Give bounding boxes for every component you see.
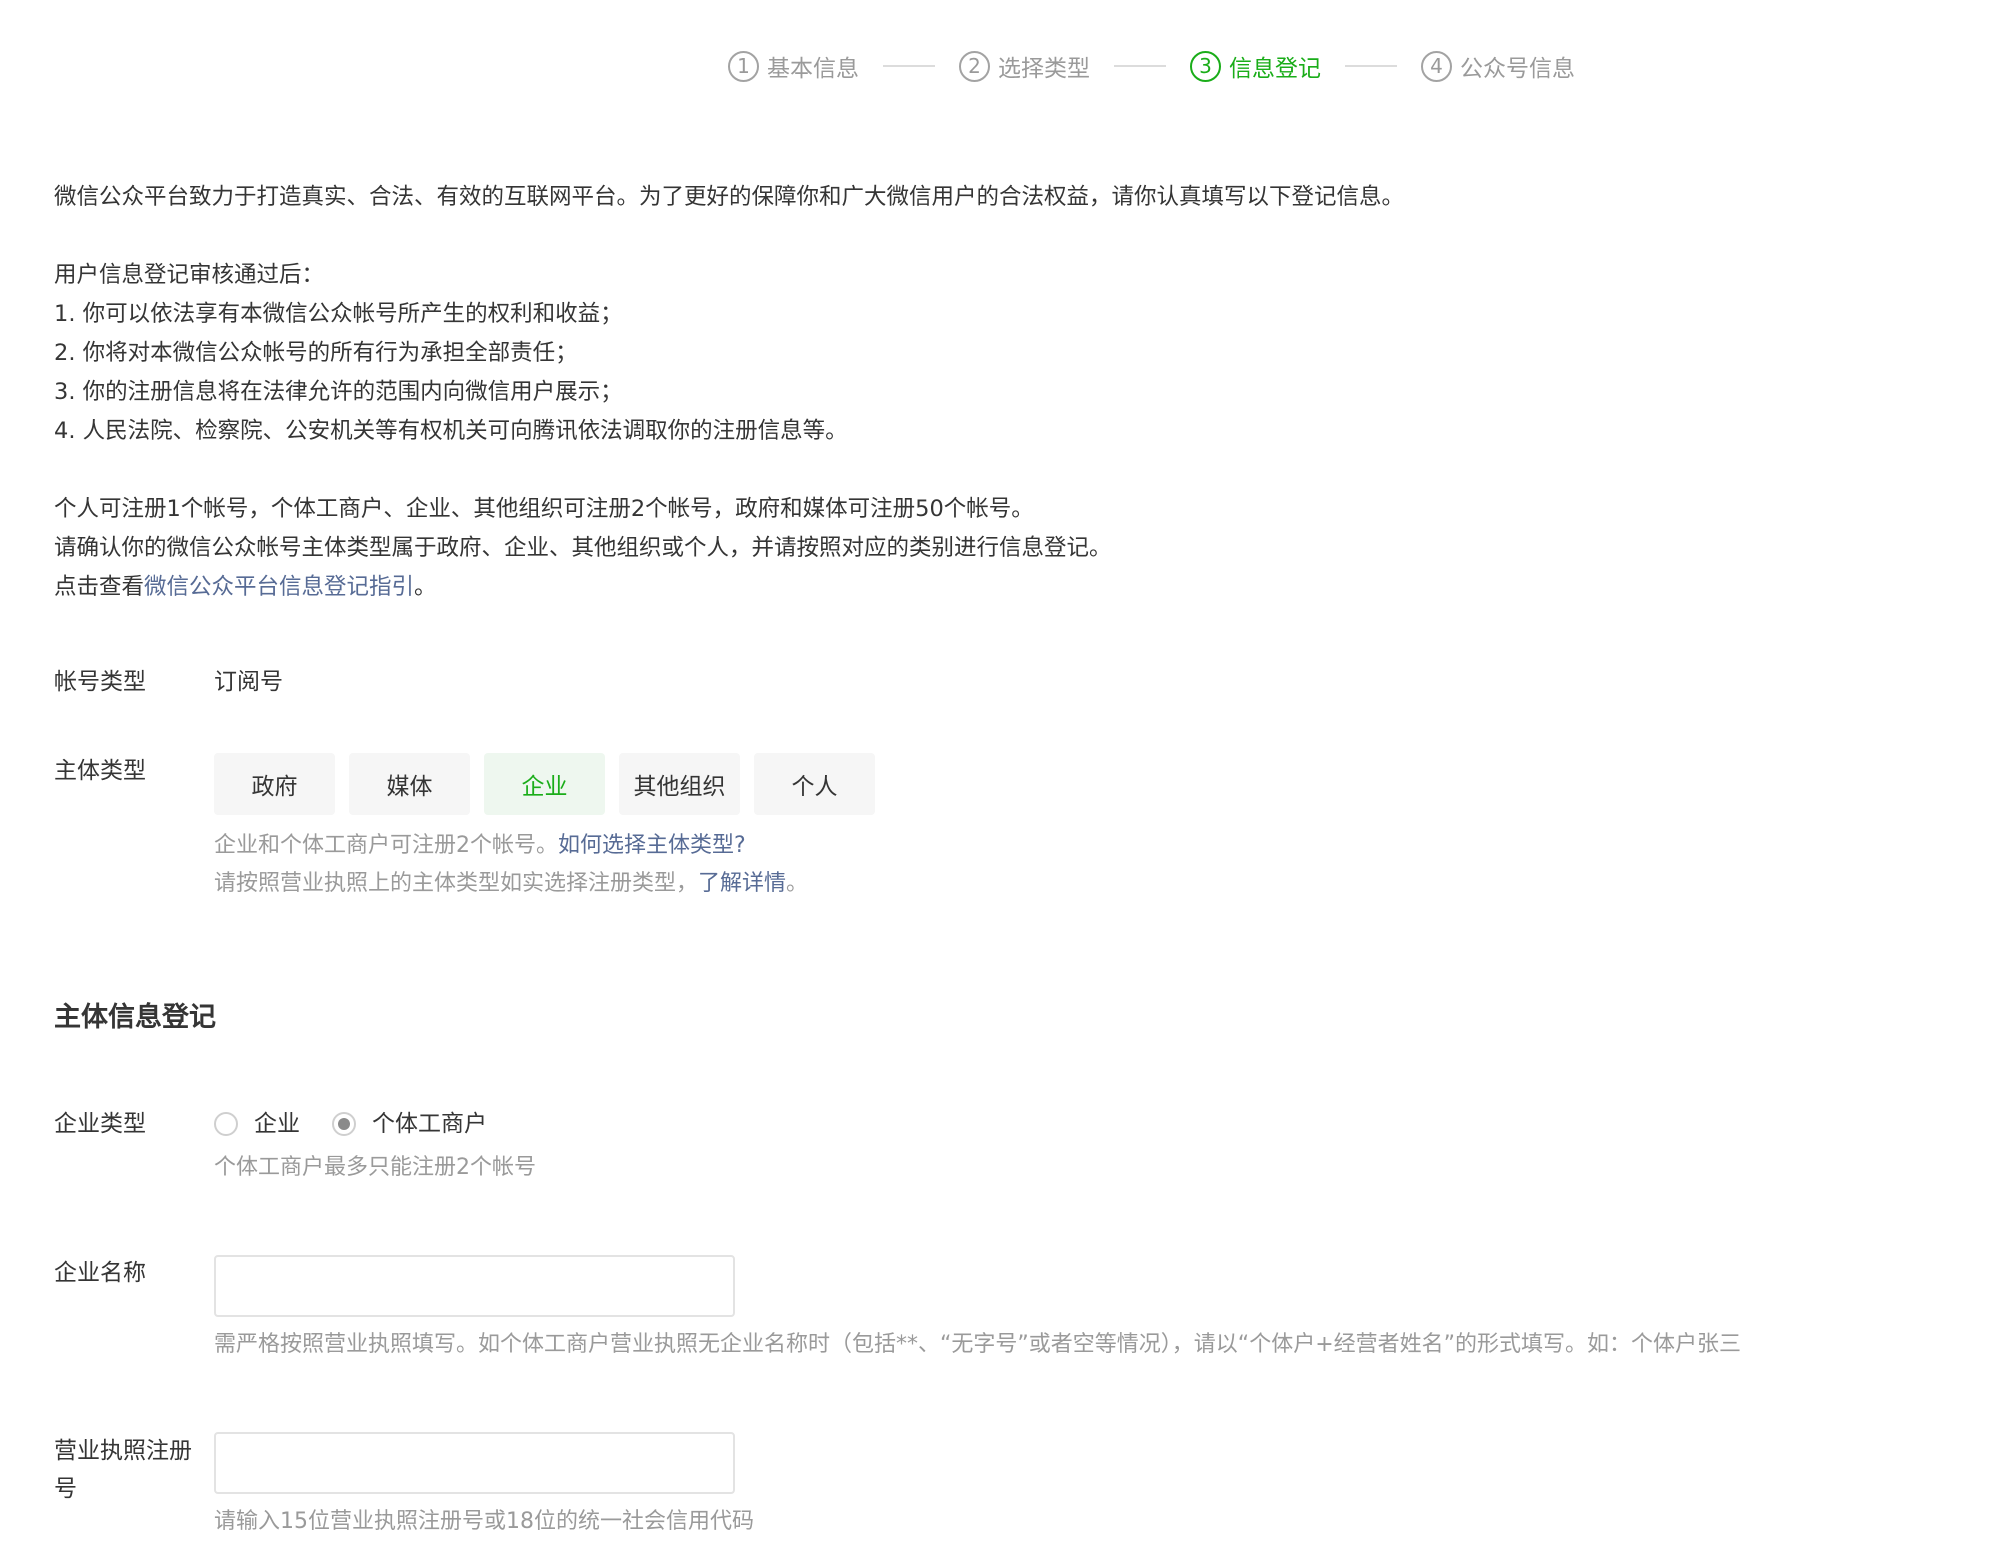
enterprise-type-radio-group: 企业 个体工商户 xyxy=(214,1106,536,1142)
subject-type-row: 主体类型 政府 媒体 企业 其他组织 个人 企业和个体工商户可注册2个帐号。如何… xyxy=(54,753,875,903)
intro-item: 2. 你将对本微信公众帐号的所有行为承担全部责任； xyxy=(54,340,578,366)
subject-type-government-button[interactable]: 政府 xyxy=(214,753,335,815)
intro-item: 1. 你可以依法享有本微信公众帐号所产生的权利和收益； xyxy=(54,301,623,327)
radio-enterprise[interactable]: 企业 xyxy=(214,1106,300,1142)
license-number-row: 营业执照注册号 请输入15位营业执照注册号或18位的统一社会信用代码 xyxy=(54,1432,754,1540)
account-type-value: 订阅号 xyxy=(214,669,283,695)
guide-link[interactable]: 微信公众平台信息登记指引 xyxy=(144,574,414,600)
step-divider xyxy=(883,65,935,67)
step-number-2: 2 xyxy=(959,50,990,82)
step-progress-bar: 1 基本信息 2 选择类型 3 信息登记 4 公众号信息 xyxy=(728,46,1575,86)
step-number-3: 3 xyxy=(1190,50,1221,82)
enterprise-type-row: 企业类型 企业 个体工商户 个体工商户最多只能注册2个帐号 xyxy=(54,1106,536,1186)
enterprise-name-hint: 需严格按照营业执照填写。如个体工商户营业执照无企业名称时（包括**、“无字号”或… xyxy=(214,1332,1742,1357)
enterprise-name-row: 企业名称 需严格按照营业执照填写。如个体工商户营业执照无企业名称时（包括**、“… xyxy=(54,1255,1741,1363)
step-info-registration: 3 信息登记 xyxy=(1190,49,1321,83)
license-number-label: 营业执照注册号 xyxy=(54,1438,192,1502)
radio-enterprise-icon[interactable] xyxy=(214,1112,238,1136)
intro-guide: 点击查看微信公众平台信息登记指引。 xyxy=(54,574,437,600)
step-number-1: 1 xyxy=(728,50,759,82)
subject-type-tips: 企业和个体工商户可注册2个帐号。如何选择主体类型? 请按照营业执照上的主体类型如… xyxy=(214,827,875,903)
subject-type-label: 主体类型 xyxy=(54,758,146,784)
license-number-content: 请输入15位营业执照注册号或18位的统一社会信用代码 xyxy=(214,1432,754,1540)
subject-tip-2: 请按照营业执照上的主体类型如实选择注册类型，了解详情。 xyxy=(214,871,809,896)
step-label: 基本信息 xyxy=(767,56,859,82)
section-title: 主体信息登记 xyxy=(54,1002,216,1033)
radio-individual-business-icon[interactable] xyxy=(332,1112,356,1136)
intro-text: 微信公众平台致力于打造真实、合法、有效的互联网平台。为了更好的保障你和广大微信用… xyxy=(54,178,1934,607)
license-number-hint: 请输入15位营业执照注册号或18位的统一社会信用代码 xyxy=(214,1509,754,1534)
step-basic-info: 1 基本信息 xyxy=(728,49,859,83)
step-divider xyxy=(1345,65,1397,67)
step-label: 公众号信息 xyxy=(1460,56,1575,82)
subject-type-media-button[interactable]: 媒体 xyxy=(349,753,470,815)
radio-individual-business[interactable]: 个体工商户 xyxy=(332,1106,487,1142)
step-select-type: 2 选择类型 xyxy=(959,49,1090,83)
subject-tip-1: 企业和个体工商户可注册2个帐号。如何选择主体类型? xyxy=(214,833,746,858)
license-number-input[interactable] xyxy=(214,1432,735,1494)
intro-line: 微信公众平台致力于打造真实、合法、有效的互联网平台。为了更好的保障你和广大微信用… xyxy=(54,184,1405,210)
enterprise-type-hint: 个体工商户最多只能注册2个帐号 xyxy=(214,1155,536,1180)
intro-confirm: 请确认你的微信公众帐号主体类型属于政府、企业、其他组织或个人，并请按照对应的类别… xyxy=(54,535,1112,561)
learn-more-link[interactable]: 了解详情 xyxy=(698,871,786,896)
step-label: 选择类型 xyxy=(998,56,1090,82)
step-number-4: 4 xyxy=(1421,50,1452,82)
subject-type-content: 政府 媒体 企业 其他组织 个人 企业和个体工商户可注册2个帐号。如何选择主体类… xyxy=(214,753,875,903)
step-label: 信息登记 xyxy=(1229,56,1321,82)
step-divider xyxy=(1114,65,1166,67)
intro-after-title: 用户信息登记审核通过后： xyxy=(54,262,325,288)
subject-type-options: 政府 媒体 企业 其他组织 个人 xyxy=(214,753,875,815)
enterprise-type-label: 企业类型 xyxy=(54,1111,146,1137)
account-type-label: 帐号类型 xyxy=(54,669,146,695)
step-account-info: 4 公众号信息 xyxy=(1421,49,1575,83)
subject-type-individual-button[interactable]: 个人 xyxy=(754,753,875,815)
account-type-row: 帐号类型 订阅号 xyxy=(54,664,283,700)
subject-type-enterprise-button[interactable]: 企业 xyxy=(484,753,605,815)
intro-item: 3. 你的注册信息将在法律允许的范围内向微信用户展示； xyxy=(54,379,623,405)
enterprise-name-label: 企业名称 xyxy=(54,1260,146,1286)
subject-type-other-org-button[interactable]: 其他组织 xyxy=(619,753,740,815)
enterprise-name-content: 需严格按照营业执照填写。如个体工商户营业执照无企业名称时（包括**、“无字号”或… xyxy=(214,1255,1741,1363)
intro-item: 4. 人民法院、检察院、公安机关等有权机关可向腾讯依法调取你的注册信息等。 xyxy=(54,418,848,444)
enterprise-type-content: 企业 个体工商户 个体工商户最多只能注册2个帐号 xyxy=(214,1106,536,1186)
intro-quota: 个人可注册1个帐号，个体工商户、企业、其他组织可注册2个帐号，政府和媒体可注册5… xyxy=(54,496,1034,522)
enterprise-name-input[interactable] xyxy=(214,1255,735,1317)
how-to-choose-link[interactable]: 如何选择主体类型? xyxy=(558,833,746,858)
